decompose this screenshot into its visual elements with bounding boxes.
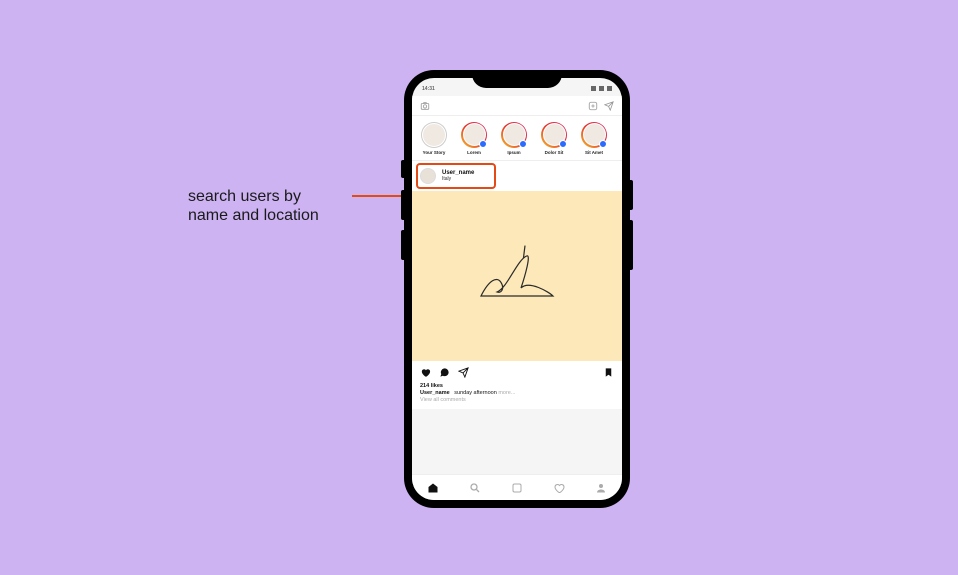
story-label: Your Story [423, 150, 446, 155]
story-item[interactable]: Sit Amet [576, 122, 612, 155]
camera-icon[interactable] [420, 101, 430, 111]
reels-icon[interactable] [511, 482, 523, 494]
phone-side-button [401, 230, 404, 260]
story-item[interactable]: Lorem [456, 122, 492, 155]
phone-notch [472, 70, 562, 88]
home-icon[interactable] [427, 482, 439, 494]
story-label: Ipsum [507, 150, 520, 155]
status-time: 14:31 [422, 86, 435, 92]
comment-icon[interactable] [439, 367, 450, 378]
story-badge-icon [519, 140, 527, 148]
bottom-nav [412, 474, 622, 500]
post-header[interactable]: User_name Italy [412, 161, 622, 191]
phone-side-button [630, 220, 633, 270]
phone-screen: 14:31 Your Story Lorem Ipsum Dolor Sit Sit A… [412, 78, 622, 500]
story-item[interactable]: Ipsum [496, 122, 532, 155]
profile-icon[interactable] [595, 482, 607, 494]
phone-side-button [630, 180, 633, 210]
wifi-icon [599, 86, 604, 91]
send-icon[interactable] [604, 101, 614, 111]
post-image[interactable] [412, 191, 622, 361]
post-location[interactable]: Italy [442, 176, 474, 182]
phone-side-button [401, 160, 404, 178]
story-badge-icon [559, 140, 567, 148]
caption-username[interactable]: User_name [420, 390, 450, 396]
bookmark-icon[interactable] [603, 367, 614, 378]
story-avatar [422, 123, 446, 147]
story-item[interactable]: Dolor Sit [536, 122, 572, 155]
caption-text: sunday afternoon [454, 390, 497, 396]
story-label: Lorem [467, 150, 481, 155]
phone-frame: 14:31 Your Story Lorem Ipsum Dolor Sit Sit A… [404, 70, 630, 508]
stories-row[interactable]: Your Story Lorem Ipsum Dolor Sit Sit Amet [412, 116, 622, 161]
post-scribble-drawing [467, 236, 567, 316]
story-item[interactable]: Your Story [416, 122, 452, 155]
post-likes[interactable]: 214 likes [420, 383, 614, 389]
view-all-comments[interactable]: View all comments [420, 397, 614, 403]
post-author-avatar[interactable] [420, 168, 436, 184]
search-icon[interactable] [469, 482, 481, 494]
caption-more[interactable]: more... [498, 390, 515, 396]
battery-icon [607, 86, 612, 91]
post-meta: 214 likes User_name sunday afternoon mor… [412, 383, 622, 409]
like-icon[interactable] [420, 367, 431, 378]
story-badge-icon [599, 140, 607, 148]
story-label: Sit Amet [585, 150, 603, 155]
story-avatar-ring [421, 122, 447, 148]
activity-icon[interactable] [553, 482, 565, 494]
phone-side-button [401, 190, 404, 220]
signal-icon [591, 86, 596, 91]
story-label: Dolor Sit [545, 150, 564, 155]
share-icon[interactable] [458, 367, 469, 378]
callout-text: search users by name and location [188, 187, 319, 225]
app-header [412, 96, 622, 116]
add-post-icon[interactable] [588, 101, 598, 111]
story-badge-icon [479, 140, 487, 148]
post-actions [412, 361, 622, 383]
post-caption: User_name sunday afternoon more... [420, 390, 614, 396]
